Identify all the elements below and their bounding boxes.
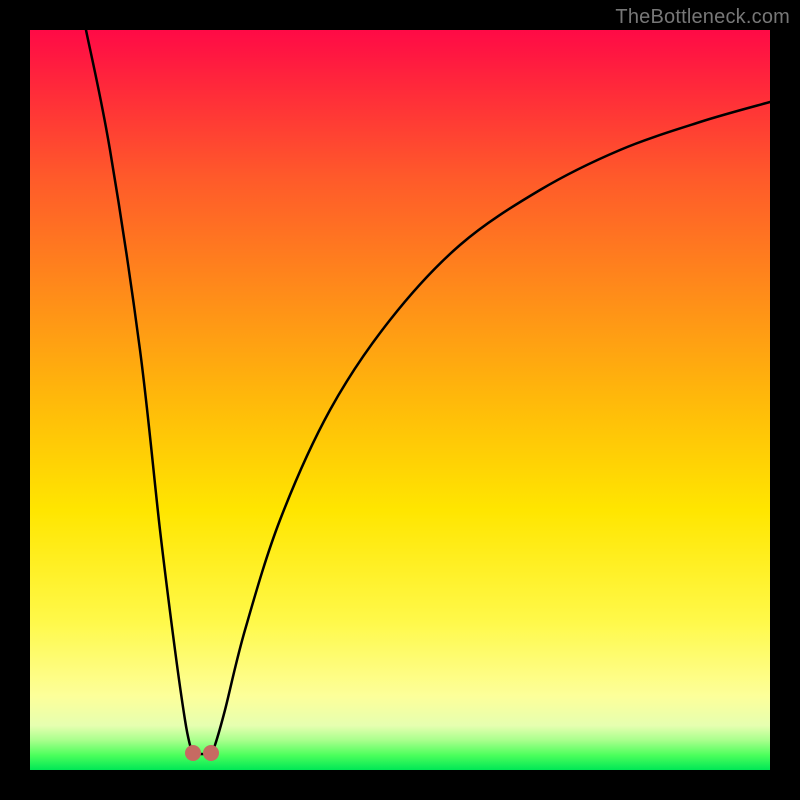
chart-frame: TheBottleneck.com [0,0,800,800]
bottleneck-curve [86,30,770,754]
gradient-plot-area [30,30,770,770]
watermark-text: TheBottleneck.com [615,6,790,29]
curve-min-dot-right [203,745,219,761]
curve-min-dot-left [185,745,201,761]
bottleneck-curve-svg [30,30,770,770]
